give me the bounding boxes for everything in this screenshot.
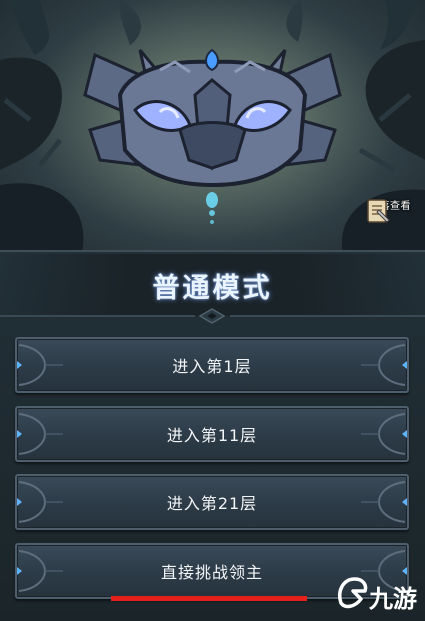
enter-floor-1-label: 进入第1层	[172, 357, 252, 376]
title-divider	[0, 308, 425, 324]
mode-title: 普通模式	[152, 273, 273, 304]
button-ornament-left	[17, 550, 63, 592]
enter-floor-11-label: 进入第11层	[166, 426, 258, 445]
boss-artwork	[0, 0, 425, 262]
button-ornament-right	[361, 481, 407, 523]
button-ornament-right	[361, 344, 407, 386]
enter-floor-1-button[interactable]: 进入第1层	[15, 337, 409, 393]
watermark-text: 九游	[368, 585, 417, 613]
red-highlight-bar	[111, 596, 307, 601]
drop-view-button[interactable]: 掉落查看	[363, 196, 417, 244]
button-ornament-left	[17, 481, 63, 523]
jiuyou-watermark-logo: 九游	[338, 577, 417, 613]
button-ornament-left	[17, 344, 63, 386]
enter-floor-21-button[interactable]: 进入第21层	[15, 474, 409, 530]
scroll-icon	[367, 199, 390, 223]
challenge-lord-label: 直接挑战领主	[160, 563, 263, 582]
button-ornament-left	[17, 413, 63, 455]
boss-scene: 掉落查看	[0, 0, 425, 262]
button-ornament-right	[361, 413, 407, 455]
enter-floor-11-button[interactable]: 进入第11层	[15, 406, 409, 462]
enter-floor-21-label: 进入第21层	[166, 494, 258, 513]
